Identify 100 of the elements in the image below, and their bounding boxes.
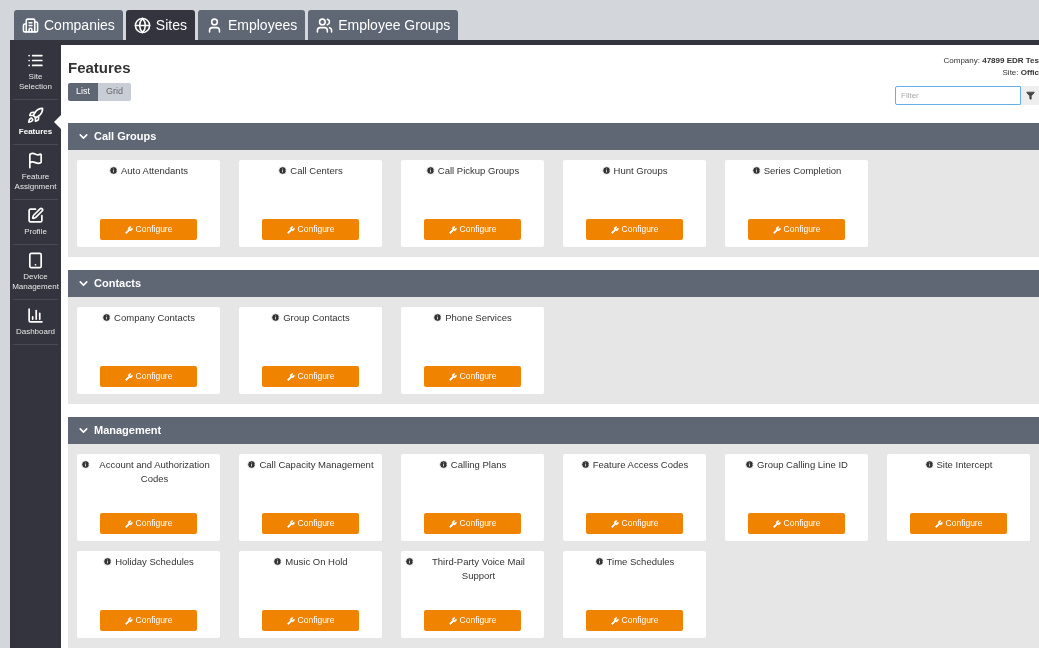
sidebar-item[interactable]: Site Selection bbox=[13, 45, 58, 100]
configure-button[interactable]: Configure bbox=[100, 366, 197, 387]
wrench-icon bbox=[124, 372, 133, 381]
info-icon bbox=[580, 460, 590, 469]
feature-title: Calling Plans bbox=[450, 458, 507, 472]
feature-title: Site Intercept bbox=[936, 458, 993, 472]
sidebar-item[interactable]: Device Management bbox=[13, 245, 58, 300]
info-icon bbox=[108, 166, 118, 175]
view-toggle[interactable]: Grid bbox=[98, 83, 132, 101]
feature-title: Third-Party Voice Mail Support bbox=[431, 555, 526, 583]
feature-title: Series Completion bbox=[763, 164, 842, 178]
sidebar-item[interactable]: Feature Assignment bbox=[13, 145, 58, 200]
wrench-icon bbox=[610, 616, 619, 625]
filter-field[interactable]: Filter bbox=[895, 86, 1021, 105]
configure-button[interactable]: Configure bbox=[262, 513, 359, 534]
configure-button[interactable]: Configure bbox=[424, 513, 521, 534]
flag-icon bbox=[27, 152, 44, 169]
configure-button[interactable]: Configure bbox=[424, 610, 521, 631]
feature-title: Music On Hold bbox=[285, 555, 348, 569]
feature-title: Company Contacts bbox=[114, 311, 195, 325]
configure-button[interactable]: Configure bbox=[424, 366, 521, 387]
wrench-icon bbox=[124, 519, 133, 528]
info-icon bbox=[745, 460, 755, 469]
info-icon bbox=[273, 557, 283, 566]
tablet-icon bbox=[27, 252, 44, 269]
info-icon bbox=[247, 460, 257, 469]
tab[interactable]: Companies bbox=[14, 10, 123, 40]
wrench-icon bbox=[610, 225, 619, 234]
feature-title: Auto Attendants bbox=[120, 164, 189, 178]
bar-chart-icon bbox=[27, 307, 44, 324]
site-info: Site: Offic bbox=[1002, 67, 1039, 79]
info-icon bbox=[594, 557, 604, 566]
wrench-icon bbox=[610, 519, 619, 528]
configure-button[interactable]: Configure bbox=[910, 513, 1007, 534]
info-icon bbox=[601, 166, 611, 175]
configure-button[interactable]: Configure bbox=[100, 219, 197, 240]
view-toggle[interactable]: List bbox=[68, 83, 98, 101]
configure-button[interactable]: Configure bbox=[100, 610, 197, 631]
wrench-icon bbox=[934, 519, 943, 528]
feature-title: Hunt Groups bbox=[613, 164, 668, 178]
wrench-icon bbox=[448, 616, 457, 625]
section-header[interactable]: Call Groups bbox=[68, 123, 1039, 150]
company-info: Company: 47899 EDR Tes bbox=[943, 55, 1039, 67]
feature-title: Account and Authorization Codes bbox=[98, 458, 211, 486]
configure-button[interactable]: Configure bbox=[424, 219, 521, 240]
configure-button[interactable]: Configure bbox=[748, 219, 845, 240]
info-icon bbox=[751, 166, 761, 175]
configure-button[interactable]: Configure bbox=[262, 610, 359, 631]
building-icon bbox=[22, 16, 39, 34]
info-icon bbox=[425, 166, 435, 175]
info-icon bbox=[278, 166, 288, 175]
configure-button[interactable]: Configure bbox=[586, 219, 683, 240]
configure-button[interactable]: Configure bbox=[586, 513, 683, 534]
wrench-icon bbox=[448, 519, 457, 528]
info-icon bbox=[924, 460, 934, 469]
list-icon bbox=[27, 52, 44, 69]
edit-icon bbox=[27, 207, 44, 224]
wrench-icon bbox=[124, 225, 133, 234]
rocket-icon bbox=[27, 107, 44, 124]
section-header[interactable]: Contacts bbox=[68, 270, 1039, 297]
info-icon bbox=[433, 313, 443, 322]
wrench-icon bbox=[772, 225, 781, 234]
configure-button[interactable]: Configure bbox=[100, 513, 197, 534]
feature-title: Call Centers bbox=[290, 164, 343, 178]
wrench-icon bbox=[772, 519, 781, 528]
tab[interactable]: Employee Groups bbox=[308, 10, 459, 40]
info-icon bbox=[405, 557, 414, 566]
wrench-icon bbox=[286, 519, 295, 528]
wrench-icon bbox=[286, 225, 295, 234]
tab[interactable]: Employees bbox=[197, 10, 306, 40]
info-icon bbox=[102, 313, 112, 322]
configure-button[interactable]: Configure bbox=[262, 219, 359, 240]
feature-title: Time Schedules bbox=[606, 555, 675, 569]
section-header[interactable]: Management bbox=[68, 417, 1039, 444]
page-title: Features bbox=[68, 59, 132, 77]
wrench-icon bbox=[286, 616, 295, 625]
feature-title: Group Contacts bbox=[283, 311, 350, 325]
wrench-icon bbox=[124, 616, 133, 625]
sidebar-item[interactable]: Dashboard bbox=[13, 300, 58, 345]
info-icon bbox=[271, 313, 281, 322]
wrench-icon bbox=[448, 372, 457, 381]
filter-icon[interactable] bbox=[1021, 86, 1039, 105]
feature-title: Call Pickup Groups bbox=[437, 164, 520, 178]
configure-button[interactable]: Configure bbox=[586, 610, 683, 631]
wrench-icon bbox=[286, 372, 295, 381]
users-icon bbox=[316, 16, 334, 34]
tab[interactable]: Sites bbox=[125, 10, 195, 40]
feature-title: Phone Services bbox=[445, 311, 512, 325]
info-icon bbox=[438, 460, 448, 469]
feature-title: Call Capacity Management bbox=[259, 458, 374, 472]
feature-title: Group Calling Line ID bbox=[757, 458, 848, 472]
feature-title: Feature Access Codes bbox=[592, 458, 689, 472]
configure-button[interactable]: Configure bbox=[748, 513, 845, 534]
sidebar-item[interactable]: Profile bbox=[13, 200, 58, 245]
globe-icon bbox=[133, 16, 151, 34]
configure-button[interactable]: Configure bbox=[262, 366, 359, 387]
feature-title: Holiday Schedules bbox=[115, 555, 194, 569]
info-icon bbox=[81, 460, 90, 469]
info-icon bbox=[103, 557, 113, 566]
wrench-icon bbox=[448, 225, 457, 234]
